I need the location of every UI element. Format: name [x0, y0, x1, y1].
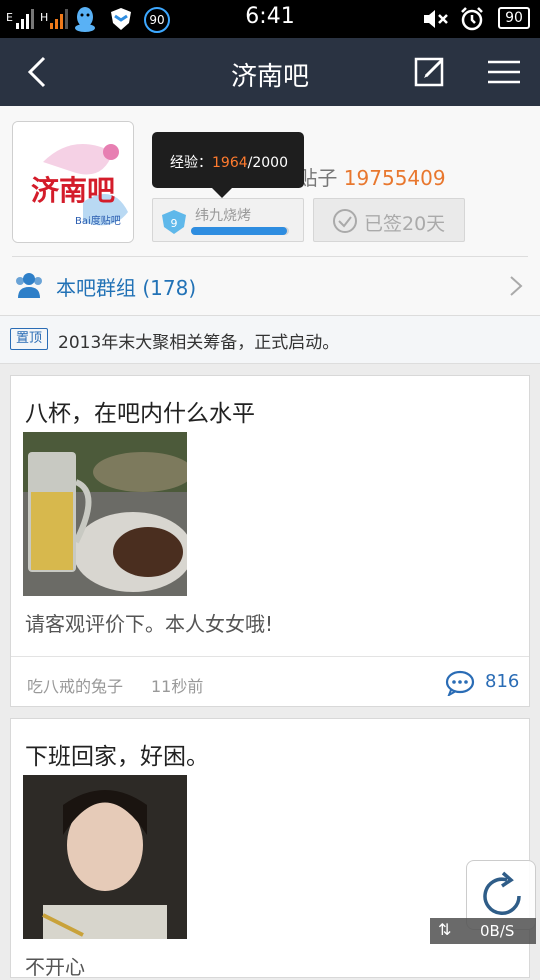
post-footer: 吃八戒的兔子 11秒前 816 — [11, 656, 529, 706]
signed-days: 已签20天 — [364, 213, 446, 235]
pinned-post[interactable]: 置顶 2013年末大聚相关筹备，正式启动。 — [0, 316, 540, 364]
portrait-photo — [23, 775, 187, 939]
exp-current: 1964 — [212, 155, 248, 171]
alarm-icon — [458, 6, 486, 32]
post-excerpt: 不开心 — [25, 955, 85, 979]
menu-button[interactable] — [484, 52, 524, 92]
posts-count: 19755409 — [343, 166, 446, 190]
sign-in-button[interactable]: 已签20天 — [313, 198, 465, 242]
post-image[interactable] — [23, 432, 187, 596]
comment-count: 816 — [485, 671, 520, 692]
post-author[interactable]: 吃八戒的兔子 — [27, 673, 123, 697]
network-speed: 0B/S — [480, 922, 515, 940]
post-card[interactable]: 八杯，在吧内什么水平 请客观评价下。本人女女哦! 吃八戒的兔子 11秒前 816 — [10, 375, 530, 707]
network-speed-overlay: ⇅ 0B/S — [430, 918, 536, 944]
level-badge-icon: 9 — [162, 210, 186, 234]
level-name: 纬九烧烤 — [195, 208, 251, 224]
experience-bar — [191, 227, 289, 235]
experience-tooltip: 经验：1964/2000 — [152, 132, 304, 198]
transfer-arrows-icon: ⇅ — [438, 920, 452, 939]
logo-text: 济南吧 — [31, 174, 115, 207]
post-excerpt: 请客观评价下。本人女女哦! — [25, 612, 274, 636]
forum-logo-image: 济南吧 Bai度贴吧 — [13, 122, 133, 242]
edit-icon — [414, 57, 444, 87]
forum-group-link[interactable]: 本吧群组 (178) — [0, 256, 540, 314]
pinned-tag: 置顶 — [10, 328, 48, 350]
experience-bar-fill — [191, 227, 288, 235]
level-number: 9 — [171, 217, 178, 230]
exp-label: 经验： — [170, 155, 212, 171]
pinned-text: 2013年末大聚相关筹备，正式启动。 — [58, 333, 340, 353]
battery-icon: 90 — [498, 7, 530, 29]
post-time: 11秒前 — [151, 677, 204, 696]
checkmark-circle-icon — [333, 209, 357, 233]
edit-post-button[interactable] — [410, 52, 450, 92]
comment-icon — [445, 670, 475, 696]
post-title: 下班回家，好困。 — [25, 744, 209, 770]
status-bar: E H 90 6:41 90 — [0, 0, 540, 38]
chevron-right-icon — [510, 276, 523, 296]
menu-icon — [488, 60, 520, 84]
logo-brand: Bai度贴吧 — [75, 214, 121, 227]
exp-total: /2000 — [247, 155, 288, 171]
post-image[interactable] — [23, 775, 187, 939]
group-label: 本吧群组 (178) — [56, 276, 197, 300]
post-title: 八杯，在吧内什么水平 — [25, 401, 255, 427]
mute-icon — [420, 6, 450, 32]
beer-food-photo — [23, 432, 187, 596]
group-icon — [16, 273, 42, 298]
page-title: 济南吧 — [230, 62, 309, 92]
forum-header: 济南吧 Bai度贴吧 济南吧 关注 245705 贴子 19755409 经验：… — [0, 106, 540, 316]
forum-logo[interactable]: 济南吧 Bai度贴吧 — [12, 121, 134, 243]
top-bar: 济南吧 — [0, 38, 540, 106]
level-box[interactable]: 9 纬九烧烤 — [152, 198, 304, 242]
